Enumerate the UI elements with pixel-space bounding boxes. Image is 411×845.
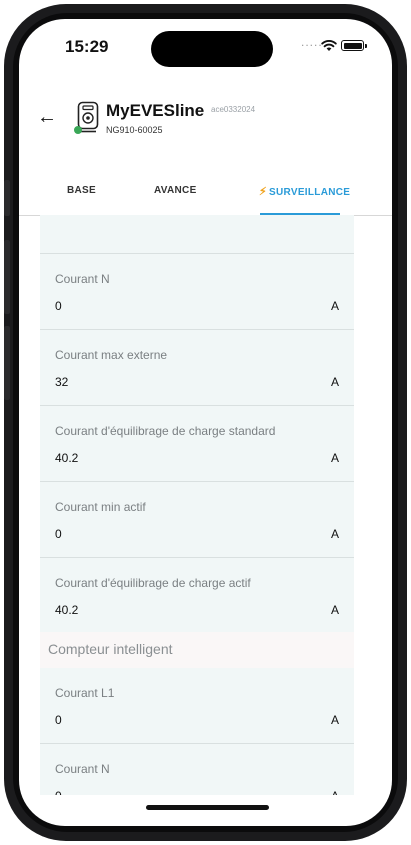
status-bar: 15:29 ..... [19, 19, 392, 75]
device-serial: NG910-60025 [106, 125, 163, 135]
settings-list[interactable]: Courant N 0 A Courant max externe 32 A C… [40, 215, 354, 795]
row-value: 40.2 [55, 451, 79, 465]
row-label: Courant d'équilibrage de charge actif [55, 576, 251, 590]
back-arrow-icon[interactable]: ← [37, 106, 57, 128]
battery-icon [341, 40, 367, 51]
row-value: 0 [55, 789, 62, 795]
online-status-dot [74, 126, 82, 134]
home-indicator[interactable] [146, 805, 269, 810]
row-unit: A [330, 603, 339, 617]
row-unit: A [330, 299, 339, 313]
section-title: Compteur intelligent [48, 641, 173, 657]
tab-bar: BASE AVANCE ⚡︎ SURVEILLANCE [19, 175, 392, 216]
row-label: Courant min actif [55, 500, 146, 514]
list-item[interactable]: Courant N 0 A [40, 744, 354, 795]
volume-down-button [4, 326, 10, 400]
row-unit: A [330, 713, 339, 727]
app-screen: 15:29 ..... ← MyEVESline ace0332024 NG91… [19, 19, 392, 826]
list-item[interactable]: Courant d'équilibrage de charge actif 40… [40, 558, 354, 632]
row-value: 0 [55, 713, 62, 727]
list-item[interactable]: Courant min actif 0 A [40, 482, 354, 558]
row-unit: A [331, 789, 339, 795]
tab-surveillance[interactable]: ⚡︎ SURVEILLANCE [259, 185, 350, 198]
list-item[interactable]: Courant max externe 32 A [40, 330, 354, 406]
row-label: Courant N [55, 272, 110, 286]
row-unit: A [330, 527, 339, 541]
tab-base[interactable]: BASE [67, 185, 96, 196]
clock: 15:29 [65, 37, 109, 56]
row-label: Courant N [55, 762, 110, 776]
row-value: 32 [55, 375, 69, 389]
row-label: Courant d'équilibrage de charge standard [55, 424, 276, 438]
tab-avance[interactable]: AVANCE [154, 185, 197, 196]
row-unit: A [330, 375, 339, 389]
lightning-bolt-icon: ⚡︎ [259, 186, 268, 198]
mute-switch [4, 180, 10, 216]
device-id: ace0332024 [211, 105, 256, 114]
list-item[interactable]: Courant d'équilibrage de charge standard… [40, 406, 354, 482]
wifi-icon [321, 39, 337, 51]
volume-up-button [4, 240, 10, 314]
list-item[interactable]: Courant N 0 A [40, 254, 354, 330]
row-label: Courant L1 [55, 686, 115, 700]
row-unit: A [330, 451, 339, 465]
list-item-partial [40, 215, 354, 254]
section-header: Compteur intelligent [40, 632, 354, 668]
tab-surveillance-label: SURVEILLANCE [269, 187, 351, 198]
device-title: MyEVESline [106, 101, 205, 120]
row-label: Courant max externe [55, 348, 168, 362]
dynamic-island [151, 31, 273, 67]
row-value: 0 [55, 527, 62, 541]
row-value: 0 [55, 299, 62, 313]
row-value: 40.2 [55, 603, 79, 617]
list-item[interactable]: Courant L1 0 A [40, 668, 354, 744]
